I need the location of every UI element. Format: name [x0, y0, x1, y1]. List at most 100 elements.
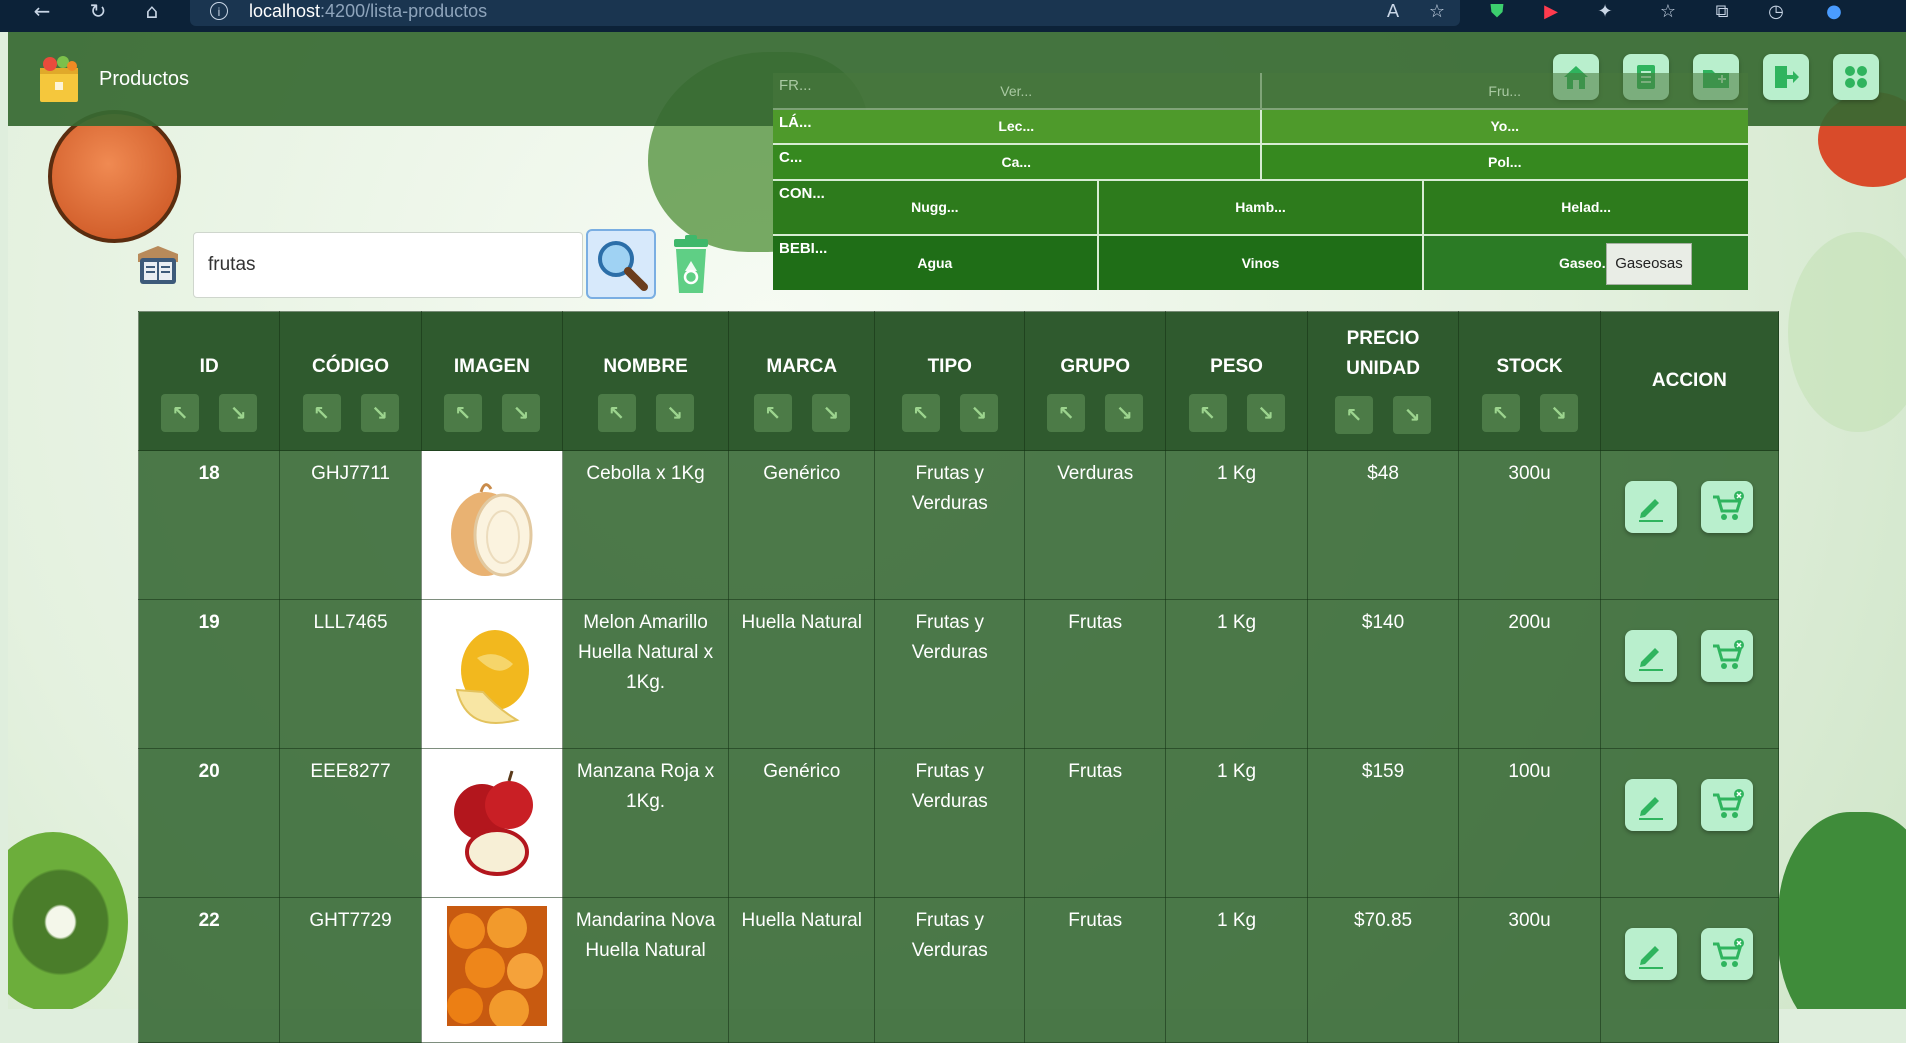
edit-button[interactable] [1625, 630, 1678, 682]
cell-stock: 300u [1458, 450, 1601, 600]
sort-asc-icon[interactable]: ↖ [302, 394, 341, 432]
sort-asc-icon[interactable]: ↖ [901, 394, 940, 432]
menu-row-carnes[interactable]: C... Ca... Pol... [773, 145, 1748, 181]
shield-icon[interactable]: ⛊ [1483, 0, 1511, 24]
search-input[interactable] [193, 232, 583, 298]
sort-asc-icon[interactable]: ↖ [161, 394, 200, 432]
sort-desc-icon[interactable]: ↘ [1105, 394, 1144, 432]
menu-item[interactable]: Ca... [773, 145, 1262, 181]
sort-desc-icon[interactable]: ↘ [959, 394, 998, 432]
cart-remove-icon [1713, 491, 1745, 520]
catalog-book-icon [138, 246, 178, 284]
menu-item[interactable]: Pol... [1261, 145, 1748, 181]
cell-marca: Genérico [728, 450, 876, 600]
home-icon[interactable]: ⌂ [138, 0, 166, 24]
column-header-peso: PESO ↖ ↘ [1165, 311, 1308, 451]
history-icon[interactable]: ◷ [1762, 0, 1790, 24]
column-header-id: ID ↖ ↘ [137, 311, 281, 451]
refresh-icon[interactable]: ↻ [84, 0, 112, 24]
menu-item[interactable]: Agua [773, 236, 1099, 290]
melon-image [455, 630, 529, 724]
remove-from-cart-button[interactable] [1701, 630, 1754, 682]
cell-peso: 1 Kg [1165, 748, 1308, 898]
cell-tipo: Frutas y Verduras [874, 599, 1026, 749]
cell-peso: 1 Kg [1165, 450, 1308, 600]
grid-icon [1845, 66, 1867, 88]
menu-item[interactable]: Gaseo... [1424, 236, 1749, 290]
read-aloud-icon[interactable]: A [1380, 0, 1406, 24]
table-row: 18 GHJ7711 Cebolla x 1Kg Genérico Frutas… [137, 450, 1780, 600]
menu-item[interactable]: Ver... [773, 73, 1262, 110]
browser-toolbar: ← ↻ ⌂ i localhost:4200/lista-productos A… [0, 0, 1906, 32]
cell-peso: 1 Kg [1165, 897, 1308, 1043]
sort-desc-icon[interactable]: ↘ [501, 394, 540, 432]
cell-codigo: GHT7729 [279, 897, 422, 1043]
sort-desc-icon[interactable]: ↘ [655, 394, 694, 432]
tooltip: Gaseosas [1606, 243, 1692, 285]
logout-button[interactable] [1763, 54, 1809, 100]
kiwi-decoration [8, 832, 128, 1009]
sort-desc-icon[interactable]: ↘ [360, 394, 399, 432]
menu-row-frutas[interactable]: FR... Ver... Fru... [773, 73, 1748, 110]
sort-desc-icon[interactable]: ↘ [811, 394, 850, 432]
sort-asc-icon[interactable]: ↖ [597, 394, 636, 432]
cell-grupo: Frutas [1024, 897, 1167, 1043]
menu-item[interactable]: Lec... [773, 110, 1262, 145]
product-image [420, 599, 564, 749]
recycle-bin-icon[interactable] [670, 235, 712, 295]
remove-from-cart-button[interactable] [1701, 928, 1754, 980]
sort-asc-icon[interactable]: ↖ [1335, 396, 1374, 434]
back-icon[interactable]: ← [28, 0, 56, 24]
cell-id: 19 [137, 599, 281, 749]
menu-item[interactable]: Nugg... [773, 181, 1099, 236]
sort-asc-icon[interactable]: ↖ [753, 394, 792, 432]
add-favorite-icon[interactable]: ☆ [1424, 0, 1450, 24]
video-ext-icon[interactable]: ▶ [1537, 0, 1565, 24]
site-info-icon[interactable]: i [210, 2, 228, 20]
menu-row-lacteos[interactable]: LÁ... Lec... Yo... [773, 110, 1748, 145]
cell-grupo: Frutas [1024, 599, 1167, 749]
remove-from-cart-button[interactable] [1701, 481, 1754, 533]
cell-id: 18 [137, 450, 281, 600]
cell-accion [1599, 748, 1780, 898]
cell-tipo: Frutas y Verduras [874, 897, 1026, 1043]
menu-item[interactable]: Helad... [1424, 181, 1749, 236]
profile-icon[interactable]: ● [1820, 0, 1848, 24]
edit-button[interactable] [1625, 928, 1678, 980]
sort-desc-icon[interactable]: ↘ [1539, 394, 1578, 432]
sort-desc-icon[interactable]: ↘ [1246, 394, 1285, 432]
edit-button[interactable] [1625, 481, 1678, 533]
cell-marca: Huella Natural [728, 599, 876, 749]
products-table: ID ↖ ↘ CÓDIGO ↖ ↘ IMAGEN ↖ ↘ NOMBRE ↖ ↘ MARCA ↖ ↘ … [137, 311, 1780, 1043]
sort-desc-icon[interactable]: ↘ [1393, 396, 1432, 434]
collections-icon[interactable]: ⧉ [1708, 0, 1736, 24]
search-button[interactable] [586, 229, 656, 299]
edit-button[interactable] [1625, 779, 1678, 831]
favorites-icon[interactable]: ☆ [1654, 0, 1682, 24]
extensions-icon[interactable]: ✦ [1591, 0, 1619, 24]
grocery-bag-icon [40, 56, 78, 102]
sort-desc-icon[interactable]: ↘ [219, 394, 258, 432]
cell-stock: 200u [1458, 599, 1601, 749]
apps-button[interactable] [1833, 54, 1879, 100]
sort-asc-icon[interactable]: ↖ [1481, 394, 1520, 432]
cell-precio: $140 [1306, 599, 1460, 749]
menu-item[interactable]: Fru... [1261, 73, 1748, 110]
menu-row-congelados[interactable]: CON... Nugg... Hamb... Helad... [773, 181, 1749, 236]
cell-precio: $159 [1306, 748, 1460, 898]
cell-nombre: Melon Amarillo Huella Natural x 1Kg. [562, 599, 730, 749]
remove-from-cart-button[interactable] [1701, 779, 1754, 831]
menu-row-bebidas[interactable]: BEBI... Agua Vinos Gaseo... [773, 236, 1749, 290]
table-header-row: ID ↖ ↘ CÓDIGO ↖ ↘ IMAGEN ↖ ↘ NOMBRE ↖ ↘ MARCA ↖ ↘ … [137, 311, 1780, 451]
sort-asc-icon[interactable]: ↖ [1188, 394, 1227, 432]
apple-image [453, 770, 533, 876]
url-text: localhost:4200/lista-productos [249, 1, 488, 21]
menu-item[interactable]: Vinos [1099, 236, 1425, 290]
cell-id: 22 [137, 897, 281, 1043]
onion-image [450, 483, 533, 577]
menu-item[interactable]: Hamb... [1098, 181, 1425, 236]
sort-asc-icon[interactable]: ↖ [443, 394, 482, 432]
address-bar[interactable]: i localhost:4200/lista-productos A ☆ [190, 0, 1460, 26]
sort-asc-icon[interactable]: ↖ [1047, 394, 1086, 432]
menu-item[interactable]: Yo... [1261, 110, 1748, 145]
